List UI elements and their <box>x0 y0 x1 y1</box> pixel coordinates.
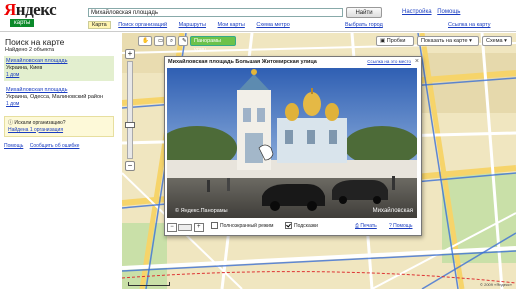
org-suggestion: ⓘ Искали организацию? Найдена 1 организа… <box>4 116 114 137</box>
hints-option[interactable]: Подсказки <box>285 220 318 232</box>
help-footer-link[interactable]: Помощь <box>4 143 23 149</box>
zoom-control: + − <box>125 49 135 171</box>
find-button[interactable]: Найти <box>346 7 382 18</box>
zoom-in-button[interactable]: + <box>125 49 135 59</box>
header-tools: Настройка Помощь <box>402 9 464 15</box>
footer-links: Помощь Сообщить об ошибке <box>4 143 114 149</box>
map-copyright: © 2009 «Яндекс» <box>480 282 512 287</box>
traffic-button[interactable]: ▣ Пробки <box>376 36 414 46</box>
settings-link[interactable]: Настройка <box>402 9 432 15</box>
hand-icon: ✋ <box>142 38 149 44</box>
hints-checkbox[interactable] <box>285 222 292 230</box>
result-address: Украина, Киев <box>6 65 43 71</box>
result-address: Украина, Одесса, Малиновский район <box>6 94 104 100</box>
layer-dropdown[interactable]: Схема ▾ <box>482 36 512 46</box>
result-name[interactable]: Михайловская площадь <box>6 87 112 94</box>
close-icon[interactable]: × <box>415 58 419 65</box>
show-on-map-dropdown[interactable]: Показать на карте ▾ <box>417 36 479 46</box>
panel-title: Поиск на карте <box>5 37 65 47</box>
panorama-popup: Михайловская площадь Большая Житомирская… <box>164 56 422 236</box>
panorama-watermark: © Яндекс.Панорамы <box>175 208 228 214</box>
panorama-toolbar: − + Полноэкранный режим Подсказки ⎙ Печа… <box>167 220 419 234</box>
zoom-slider-knob[interactable] <box>125 122 135 128</box>
pencil-icon: ✎ <box>182 38 187 44</box>
panorama-credit: Михайловская <box>372 208 413 214</box>
popup-help-label: Помощь <box>393 223 413 229</box>
ruler-icon: ▭ <box>158 38 164 44</box>
result-extra[interactable]: 1 дом <box>6 72 112 79</box>
result-item[interactable]: Михайловская площадь Украина, Одесса, Ма… <box>4 85 114 110</box>
zoom-slider[interactable] <box>125 61 135 159</box>
chevron-down-icon: ▾ <box>469 38 472 44</box>
help-link[interactable]: Помощь <box>437 9 460 15</box>
panorama-photo[interactable]: © Яндекс.Панорамы Михайловская <box>167 68 417 218</box>
org-question: Искали организацию? <box>14 120 66 126</box>
tab-routes[interactable]: Маршруты <box>175 21 210 29</box>
tab-metro[interactable]: Схема метро <box>252 21 293 29</box>
map-scale <box>128 282 170 286</box>
popup-title: Михайловская площадь Большая Житомирская… <box>168 59 317 65</box>
panorama-scene <box>167 68 417 218</box>
nav-tabs: Карта Поиск организаций Маршруты Мои кар… <box>88 21 296 31</box>
show-on-map-label: Показать на карте <box>421 38 468 44</box>
ruler-tool-button[interactable]: ▭ <box>154 36 164 46</box>
header-divider <box>0 31 516 32</box>
edit-tool-button[interactable]: ✎ <box>178 36 188 46</box>
print-link[interactable]: ⎙ Печать <box>355 220 377 232</box>
fullscreen-checkbox[interactable] <box>211 222 218 230</box>
tab-map[interactable]: Карта <box>88 21 111 29</box>
org-link[interactable]: Найдена 1 организация <box>8 127 63 133</box>
layer-label: Схема <box>486 38 503 44</box>
panorama-zoom-out[interactable]: − <box>167 223 177 233</box>
traffic-icon: ▣ <box>380 38 387 44</box>
popup-help-link[interactable]: ? Помощь <box>389 220 412 232</box>
zoom-out-button[interactable]: − <box>125 161 135 171</box>
result-name[interactable]: Михайловская площадь <box>6 58 112 65</box>
search-input[interactable]: Михайловская площадь <box>88 8 343 17</box>
results-count: Найдено 2 объекта <box>5 47 55 53</box>
yandex-logo[interactable]: Яндекс карты <box>4 0 60 30</box>
logo-subtitle: карты <box>10 19 35 27</box>
fullscreen-option[interactable]: Полноэкранный режим <box>211 220 273 232</box>
hints-label: Подсказки <box>294 223 318 229</box>
report-error-link[interactable]: Сообщить об ошибке <box>30 143 80 149</box>
print-label: Печать <box>360 223 377 229</box>
search-results-panel: Поиск на карте Найдено 2 объекта Михайло… <box>0 34 118 289</box>
tab-org-search[interactable]: Поиск организаций <box>114 21 171 29</box>
panorama-zoom-bar[interactable] <box>178 224 193 232</box>
chevron-down-icon: ▾ <box>504 38 507 44</box>
hand-tool-button[interactable]: ✋ <box>138 36 152 46</box>
result-extra[interactable]: 1 дом <box>6 101 112 108</box>
magnifier-icon: ⌕ <box>170 38 174 44</box>
map-link[interactable]: Ссылка на карту <box>448 22 490 28</box>
map-canvas[interactable]: ✋ ▭ ⌕ ✎ Панорамы улиц ▣ Пробки Показать … <box>122 33 516 289</box>
choose-city-link[interactable]: Выбрать город <box>345 22 383 28</box>
panorama-zoom-in[interactable]: + <box>193 223 204 233</box>
fullscreen-label: Полноэкранный режим <box>220 223 274 229</box>
street-panorama-button[interactable]: Панорамы улиц <box>190 36 236 53</box>
logo-word: Яндекс <box>4 0 57 19</box>
traffic-label: Пробки <box>386 38 406 44</box>
tab-my-maps[interactable]: Мои карты <box>214 21 249 29</box>
panorama-zoom: − + <box>167 222 204 234</box>
result-item[interactable]: Михайловская площадь Украина, Киев 1 дом <box>4 56 114 81</box>
popup-link[interactable]: Ссылка на это место <box>367 59 411 64</box>
logo-word-rest: ндекс <box>15 0 57 19</box>
magnifier-tool-button[interactable]: ⌕ <box>166 36 176 46</box>
